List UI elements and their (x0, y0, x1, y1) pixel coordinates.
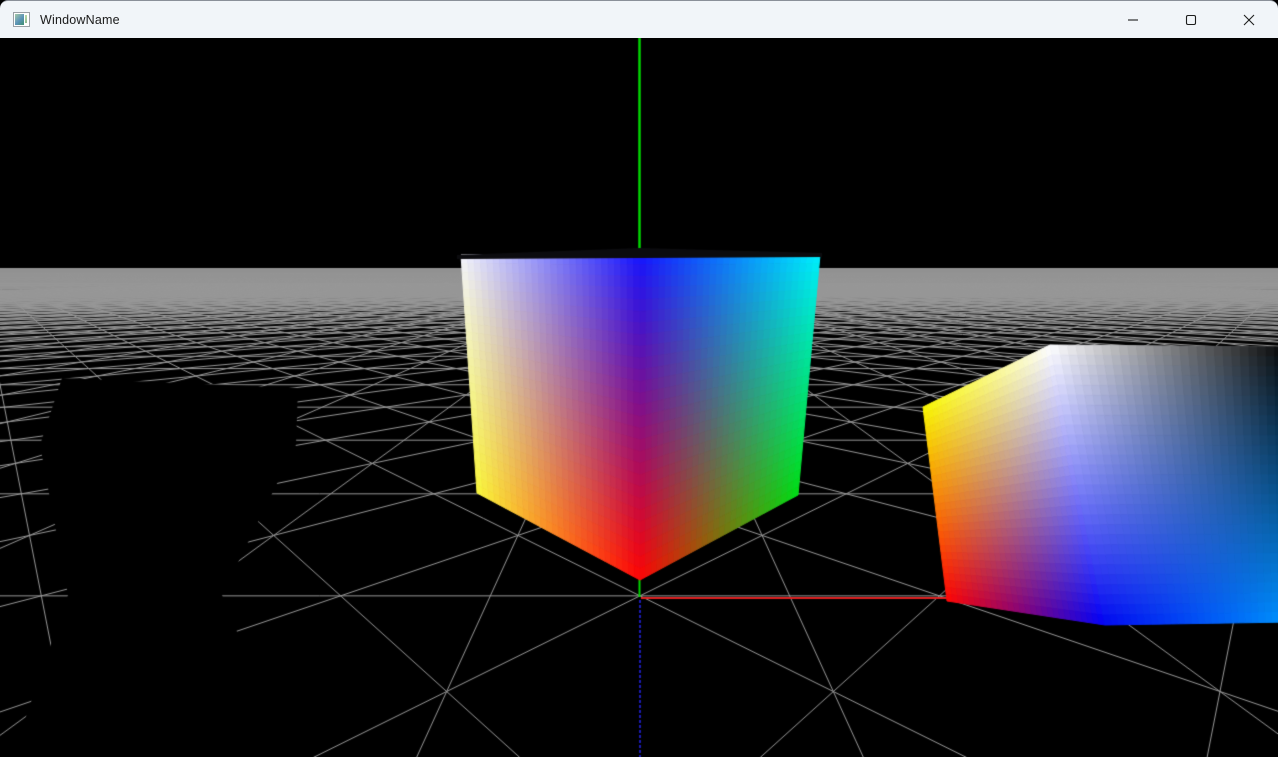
app-window: WindowName (0, 0, 1278, 757)
app-icon (13, 12, 30, 27)
maximize-icon (1185, 14, 1197, 26)
minimize-button[interactable] (1104, 1, 1162, 39)
close-icon (1243, 14, 1255, 26)
maximize-button[interactable] (1162, 1, 1220, 39)
app-icon-main-pane (15, 14, 24, 25)
titlebar[interactable]: WindowName (0, 0, 1278, 38)
app-icon-strip (25, 15, 27, 23)
3d-viewport-canvas[interactable] (0, 38, 1278, 757)
window-title: WindowName (40, 13, 120, 27)
window-controls (1104, 1, 1278, 39)
minimize-icon (1127, 14, 1139, 26)
close-button[interactable] (1220, 1, 1278, 39)
